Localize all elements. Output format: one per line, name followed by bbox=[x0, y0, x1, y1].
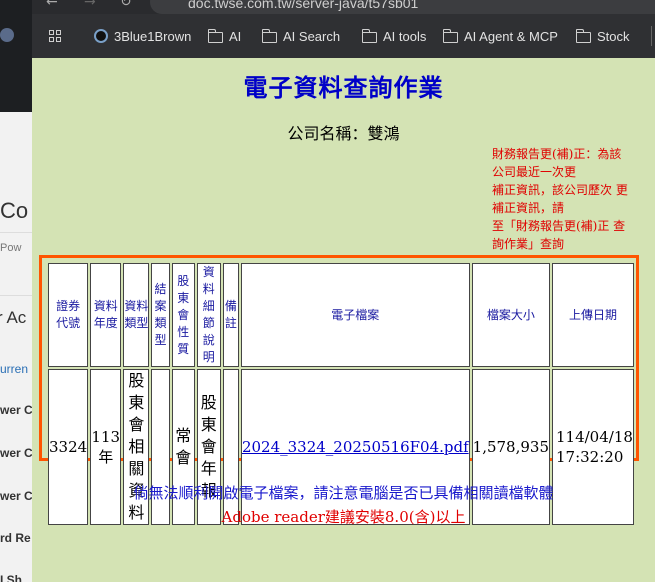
forward-icon[interactable]: → bbox=[84, 0, 96, 10]
divider bbox=[0, 295, 32, 296]
background-avatar bbox=[0, 28, 14, 42]
divider bbox=[0, 232, 32, 233]
background-text: Pow bbox=[0, 242, 22, 254]
background-text: urren bbox=[0, 362, 29, 376]
3blue1brown-icon bbox=[94, 29, 108, 43]
header-securities-code: 證券 代號 bbox=[48, 263, 89, 367]
background-text: Co bbox=[0, 198, 29, 223]
header-case-type: 結案類型 bbox=[151, 263, 170, 367]
table-header-row: 證券 代號 資料 年度 資料 類型 結案類型 股東 會性質 資料 細節 說明 備註 電子檔案… bbox=[48, 263, 634, 367]
url-text[interactable]: doc.twse.com.tw/server-java/t57sb01 bbox=[188, 0, 418, 11]
bookmark-divider bbox=[651, 26, 652, 46]
note-line: 公司最近一次更 bbox=[492, 165, 577, 179]
folder-icon bbox=[361, 28, 377, 43]
background-text: wer C bbox=[0, 489, 32, 503]
background-text: rd Re bbox=[0, 531, 31, 545]
bookmark-label: AI Search bbox=[283, 28, 341, 44]
note-line: 財務報告更(補)正：為該 bbox=[492, 147, 622, 161]
bookmark-folder-stock[interactable]: Stock bbox=[575, 14, 630, 58]
folder-icon bbox=[442, 28, 458, 43]
background-window: Co Pow r Ac urren wer C wer C wer C rd R… bbox=[0, 0, 32, 582]
header-file-size: 檔案大小 bbox=[471, 263, 550, 367]
company-name: 公司名稱：雙鴻 bbox=[287, 124, 400, 143]
note-line: 補正資訊，該公司歷次 更 bbox=[492, 183, 628, 197]
background-text: I Sh bbox=[0, 573, 23, 582]
back-icon[interactable]: ← bbox=[46, 0, 58, 10]
pdf-file-link[interactable]: 2024_3324_20250516F04.pdf bbox=[242, 438, 469, 456]
background-text: wer C bbox=[0, 403, 32, 417]
bookmark-label: AI tools bbox=[383, 28, 427, 44]
bookmark-folder-ai-agent-mcp[interactable]: AI Agent & MCP bbox=[442, 14, 558, 58]
header-remark: 備註 bbox=[222, 263, 239, 367]
bookmark-folder-ai-search[interactable]: AI Search bbox=[261, 14, 341, 58]
header-data-year: 資料 年度 bbox=[90, 263, 122, 367]
note-line: 補正資訊，請 bbox=[492, 201, 565, 215]
folder-icon bbox=[261, 28, 277, 43]
adobe-reader-note: Adobe reader建議安裝8.0(含)以上 bbox=[221, 508, 466, 526]
bookmark-3blue1brown[interactable]: 3Blue1Brown bbox=[94, 14, 191, 58]
note-line: 詢作業」查詢 bbox=[492, 237, 565, 251]
apps-icon[interactable] bbox=[49, 14, 61, 58]
background-text: r Ac bbox=[0, 308, 27, 327]
header-meeting-nature: 股東 會性質 bbox=[171, 263, 195, 367]
background-window-header bbox=[0, 0, 32, 112]
folder-icon bbox=[575, 28, 591, 43]
result-table-frame: 證券 代號 資料 年度 資料 類型 結案類型 股東 會性質 資料 細節 說明 備註 電子檔案… bbox=[39, 255, 639, 525]
header-upload-date: 上傳日期 bbox=[552, 263, 634, 367]
bookmark-label: AI bbox=[229, 28, 242, 44]
bookmarks-bar: 3Blue1Brown AI AI Search AI tools AI Age… bbox=[32, 14, 655, 58]
background-text: wer C bbox=[0, 446, 32, 460]
page-title: 電子資料查詢作業 bbox=[243, 73, 444, 102]
note-line: 至「財務報告更(補)正 查 bbox=[492, 219, 626, 233]
header-detail: 資料 細節 說明 bbox=[196, 263, 221, 367]
bookmark-folder-ai[interactable]: AI bbox=[207, 14, 242, 58]
correction-note: 財務報告更(補)正：為該 公司最近一次更 補正資訊，該公司歷次 更 補正資訊，請… bbox=[492, 145, 642, 253]
bookmark-label: Stock bbox=[597, 28, 630, 44]
file-open-warning: 倘無法順利開啟電子檔案，請注意電腦是否已具備相關讀檔軟體 bbox=[133, 484, 554, 502]
folder-icon bbox=[207, 28, 223, 43]
bookmark-label: 3Blue1Brown bbox=[114, 28, 192, 44]
header-electronic-file: 電子檔案 bbox=[240, 263, 470, 367]
page-content: 電子資料查詢作業 公司名稱：雙鴻 財務報告更(補)正：為該 公司最近一次更 補正… bbox=[32, 58, 655, 582]
header-data-type: 資料 類型 bbox=[123, 263, 150, 367]
bookmark-folder-ai-tools[interactable]: AI tools bbox=[361, 14, 427, 58]
reload-icon[interactable]: ↻ bbox=[120, 0, 132, 10]
bookmark-label: AI Agent & MCP bbox=[464, 28, 558, 44]
